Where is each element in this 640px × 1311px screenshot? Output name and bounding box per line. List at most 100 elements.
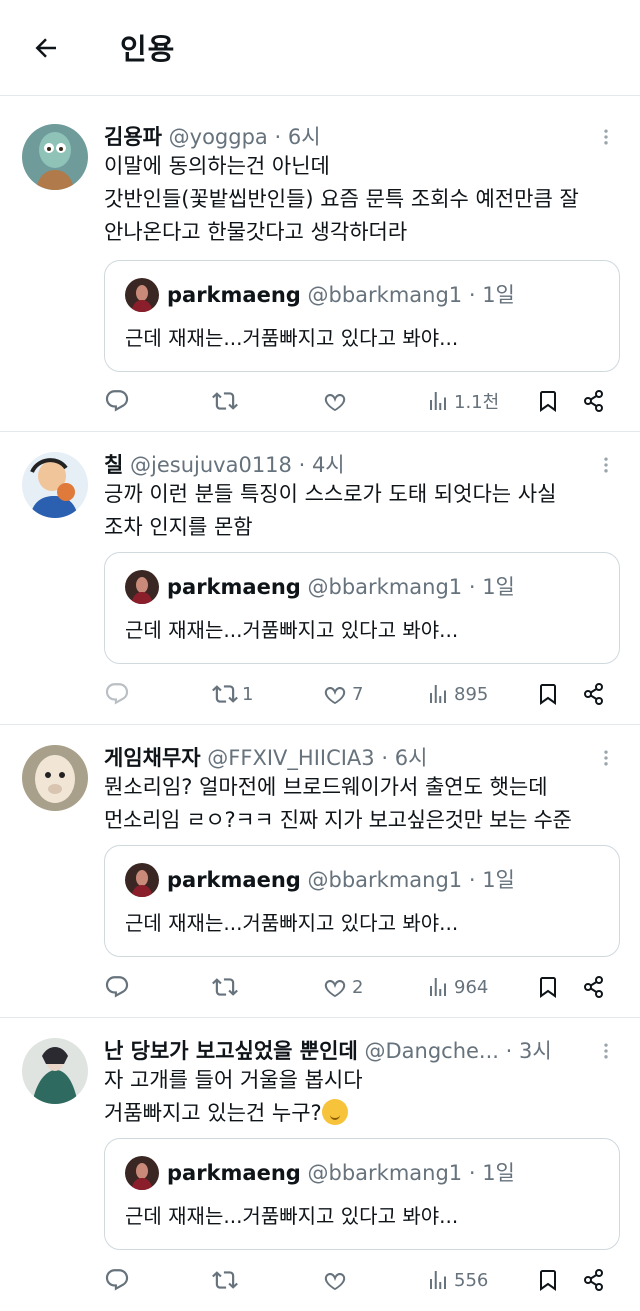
heart-icon xyxy=(322,1267,348,1293)
tweet-text: 긍까 이런 분들 특징이 스스로가 도태 되엇다는 사실 조차 인지를 몬함 xyxy=(104,482,557,539)
views-icon xyxy=(426,389,450,413)
retweet-button[interactable] xyxy=(212,1263,242,1297)
retweet-icon xyxy=(212,1267,238,1293)
more-button[interactable] xyxy=(594,743,618,773)
display-name[interactable]: 칠 xyxy=(104,453,123,477)
more-vertical-icon xyxy=(596,453,616,477)
quoted-avatar xyxy=(125,570,159,604)
retweet-button[interactable]: 1 xyxy=(212,677,253,711)
bookmark-button[interactable] xyxy=(536,677,560,711)
handle[interactable]: @Dangche... xyxy=(364,1039,498,1063)
bookmark-icon xyxy=(536,975,560,999)
tweet-header: 김용파 @yoggpa · 6시 xyxy=(104,125,321,149)
quoted-avatar xyxy=(125,278,159,312)
views-icon xyxy=(426,975,450,999)
quoted-tweet[interactable]: parkmaeng @bbarkmang1 · 1일 근데 재재는...거품빠지… xyxy=(104,845,620,957)
timestamp[interactable]: 3시 xyxy=(519,1039,552,1063)
tweet[interactable]: 김용파 @yoggpa · 6시 이말에 동의하는건 아닌데 갓반인들(꽃밭씹반… xyxy=(0,104,640,432)
tweet-header: 게임채무자 @FFXIV_HIICIA3 · 6시 xyxy=(104,746,428,770)
reply-icon xyxy=(104,388,130,414)
quoted-text: 근데 재재는...거품빠지고 있다고 봐야... xyxy=(125,326,459,350)
reply-button[interactable] xyxy=(104,1263,130,1297)
action-bar: 1.1천 xyxy=(104,384,620,418)
share-button[interactable] xyxy=(582,677,606,711)
timestamp[interactable]: 4시 xyxy=(312,453,345,477)
tweet-header: 난 당보가 보고싶었을 뿐인데 @Dangche... · 3시 xyxy=(104,1039,552,1063)
page-title: 인용 xyxy=(120,32,176,66)
quoted-header: parkmaeng @bbarkmang1 · 1일 xyxy=(167,868,515,892)
tweet[interactable]: 게임채무자 @FFXIV_HIICIA3 · 6시 뭔소리임? 얼마전에 브로드… xyxy=(0,725,640,1018)
more-button[interactable] xyxy=(594,450,618,480)
views-button[interactable]: 964 xyxy=(426,970,488,1004)
retweet-icon xyxy=(212,974,238,1000)
quoted-header: parkmaeng @bbarkmang1 · 1일 xyxy=(167,575,515,599)
timestamp[interactable]: 6시 xyxy=(288,125,321,149)
views-icon xyxy=(426,682,450,706)
bookmark-icon xyxy=(536,389,560,413)
reply-icon xyxy=(104,681,130,707)
retweet-icon xyxy=(212,388,238,414)
more-vertical-icon xyxy=(596,125,616,149)
action-bar: 1 7 895 xyxy=(104,677,620,711)
more-button[interactable] xyxy=(594,1036,618,1066)
avatar[interactable] xyxy=(22,124,88,190)
reply-button[interactable] xyxy=(104,970,130,1004)
display-name[interactable]: 게임채무자 xyxy=(104,746,201,770)
share-button[interactable] xyxy=(582,1263,606,1297)
quoted-avatar xyxy=(125,863,159,897)
back-button[interactable] xyxy=(26,28,66,68)
quoted-header: parkmaeng @bbarkmang1 · 1일 xyxy=(167,1161,515,1185)
reply-icon xyxy=(104,1267,130,1293)
quoted-tweet[interactable]: parkmaeng @bbarkmang1 · 1일 근데 재재는...거품빠지… xyxy=(104,552,620,664)
avatar[interactable] xyxy=(22,452,88,518)
avatar[interactable] xyxy=(22,1038,88,1104)
bookmark-button[interactable] xyxy=(536,384,560,418)
tweet[interactable]: 칠 @jesujuva0118 · 4시 긍까 이런 분들 특징이 스스로가 도… xyxy=(0,432,640,725)
like-button[interactable] xyxy=(322,384,352,418)
tweet[interactable]: 난 당보가 보고싶었을 뿐인데 @Dangche... · 3시 자 고개를 들… xyxy=(0,1018,640,1311)
action-bar: 2 964 xyxy=(104,970,620,1004)
tweet-text: 이말에 동의하는건 아닌데 갓반인들(꽃밭씹반인들) 요즘 문특 조회수 예전만… xyxy=(104,154,579,244)
views-icon xyxy=(426,1268,450,1292)
tweet-header: 칠 @jesujuva0118 · 4시 xyxy=(104,453,345,477)
reply-button[interactable] xyxy=(104,384,130,418)
display-name[interactable]: 난 당보가 보고싶었을 뿐인데 xyxy=(104,1039,358,1063)
avatar[interactable] xyxy=(22,745,88,811)
like-button[interactable] xyxy=(322,1263,352,1297)
more-vertical-icon xyxy=(596,1039,616,1063)
quoted-tweet[interactable]: parkmaeng @bbarkmang1 · 1일 근데 재재는...거품빠지… xyxy=(104,260,620,372)
quoted-tweet[interactable]: parkmaeng @bbarkmang1 · 1일 근데 재재는...거품빠지… xyxy=(104,1138,620,1250)
bookmark-icon xyxy=(536,682,560,706)
share-icon xyxy=(582,1268,606,1292)
action-bar: 556 xyxy=(104,1263,620,1297)
bookmark-button[interactable] xyxy=(536,970,560,1004)
bookmark-icon xyxy=(536,1268,560,1292)
timestamp[interactable]: 6시 xyxy=(395,746,428,770)
heart-icon xyxy=(322,388,348,414)
arrow-left-icon xyxy=(35,38,56,58)
like-button[interactable]: 2 xyxy=(322,970,363,1004)
like-button[interactable]: 7 xyxy=(322,677,363,711)
handle[interactable]: @jesujuva0118 xyxy=(130,453,292,477)
share-icon xyxy=(582,682,606,706)
display-name[interactable]: 김용파 xyxy=(104,125,162,149)
share-button[interactable] xyxy=(582,384,606,418)
retweet-button[interactable] xyxy=(212,970,242,1004)
reply-button[interactable] xyxy=(104,677,130,711)
handle[interactable]: @FFXIV_HIICIA3 xyxy=(207,746,374,770)
bookmark-button[interactable] xyxy=(536,1263,560,1297)
heart-icon xyxy=(322,681,348,707)
quoted-text: 근데 재재는...거품빠지고 있다고 봐야... xyxy=(125,911,459,935)
top-bar: 인용 xyxy=(0,0,640,96)
retweet-button[interactable] xyxy=(212,384,242,418)
views-button[interactable]: 556 xyxy=(426,1263,488,1297)
tweet-text: 뭔소리임? 얼마전에 브로드웨이가서 출연도 햇는데 먼소리임 ㄹㅇ?ㅋㅋ 진짜… xyxy=(104,775,572,832)
share-button[interactable] xyxy=(582,970,606,1004)
views-button[interactable]: 895 xyxy=(426,677,488,711)
more-button[interactable] xyxy=(594,122,618,152)
quoted-text: 근데 재재는...거품빠지고 있다고 봐야... xyxy=(125,618,459,642)
more-vertical-icon xyxy=(596,746,616,770)
views-button[interactable]: 1.1천 xyxy=(426,384,499,418)
handle[interactable]: @yoggpa xyxy=(169,125,268,149)
quoted-avatar xyxy=(125,1156,159,1190)
